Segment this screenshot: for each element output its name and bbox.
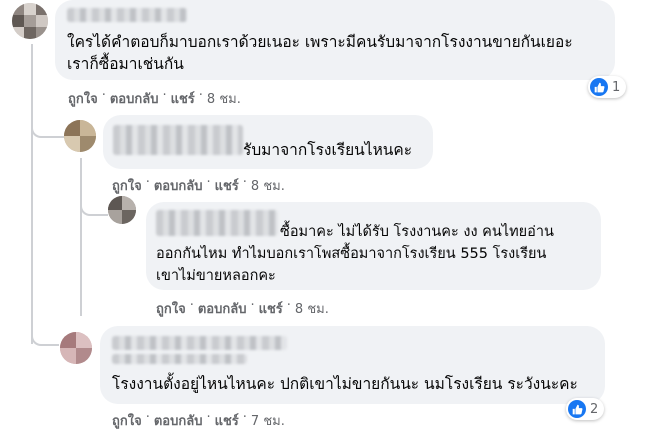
separator-dot: · xyxy=(145,175,150,190)
timestamp[interactable]: 8 ชม. xyxy=(207,88,241,109)
avatar[interactable] xyxy=(60,332,92,364)
author-name-redacted[interactable] xyxy=(156,210,278,236)
avatar-pixel xyxy=(108,210,122,224)
reply-button[interactable]: ตอบกลับ xyxy=(154,175,203,196)
avatar-pixel xyxy=(80,136,96,152)
avatar-pixel xyxy=(12,15,24,27)
separator-dot: · xyxy=(198,88,203,103)
like-button[interactable]: ถูกใจ xyxy=(156,298,186,319)
author-name-redacted[interactable] xyxy=(67,8,187,22)
comment-bubble: รับมาจากโรงเรียนไหนคะ xyxy=(103,115,433,169)
thread-connector xyxy=(80,190,108,216)
avatar-pixel xyxy=(122,210,136,224)
avatar-pixel xyxy=(24,3,36,15)
avatar-pixel xyxy=(76,332,92,348)
avatar[interactable] xyxy=(108,196,136,224)
comment-text-line: เราก็ซื้อมาเช่นกัน xyxy=(67,55,184,73)
like-icon xyxy=(590,78,608,96)
reaction-badge[interactable]: 1 xyxy=(588,76,627,98)
share-button[interactable]: แชร์ xyxy=(215,410,239,431)
like-icon xyxy=(568,400,586,418)
separator-dot: · xyxy=(101,88,106,103)
like-button[interactable]: ถูกใจ xyxy=(68,88,98,109)
avatar[interactable] xyxy=(64,120,96,152)
separator-dot: · xyxy=(242,410,247,425)
comment-text-line: โรงงานตั้งอยู่ไหนไหนคะ ปกติเขาไม่ขายกันน… xyxy=(112,375,578,393)
avatar-pixel xyxy=(36,27,48,39)
author-name-redacted xyxy=(112,354,247,364)
separator-dot: · xyxy=(206,175,211,190)
reply-button[interactable]: ตอบกลับ xyxy=(154,410,203,431)
separator-dot: · xyxy=(145,410,150,425)
avatar-pixel xyxy=(64,136,80,152)
avatar-pixel xyxy=(76,348,92,364)
like-button[interactable]: ถูกใจ xyxy=(112,175,142,196)
thread-connector xyxy=(31,100,65,138)
comment-text-line: เขาไม่ขายหลอกคะ xyxy=(156,268,276,284)
separator-dot: · xyxy=(250,298,255,313)
reaction-count: 1 xyxy=(612,79,621,95)
comment-actions: ถูกใจ · ตอบกลับ · แชร์ · 8 ชม. xyxy=(68,88,241,109)
avatar-pixel xyxy=(60,348,76,364)
reaction-count: 2 xyxy=(590,401,599,417)
comment-bubble: โรงงานตั้งอยู่ไหนไหนคะ ปกติเขาไม่ขายกันน… xyxy=(100,326,605,404)
avatar[interactable] xyxy=(12,3,48,39)
avatar-pixel xyxy=(64,120,80,136)
like-button[interactable]: ถูกใจ xyxy=(112,410,142,431)
timestamp[interactable]: 8 ชม. xyxy=(295,298,329,319)
reply-button[interactable]: ตอบกลับ xyxy=(110,88,159,109)
share-button[interactable]: แชร์ xyxy=(259,298,283,319)
separator-dot: · xyxy=(162,88,167,103)
separator-dot: · xyxy=(286,298,291,313)
share-button[interactable]: แชร์ xyxy=(215,175,239,196)
author-name-redacted[interactable] xyxy=(113,125,243,155)
reaction-badge[interactable]: 2 xyxy=(566,398,605,420)
avatar-pixel xyxy=(36,3,48,15)
avatar-pixel xyxy=(24,15,36,27)
comment-actions: ถูกใจ · ตอบกลับ · แชร์ · 8 ชม. xyxy=(112,175,285,196)
share-button[interactable]: แชร์ xyxy=(171,88,195,109)
separator-dot: · xyxy=(206,410,211,425)
comment-text-line: ออกกันไหม ทำไมบอกเราโพสซื้อมาจากโรงเรียน… xyxy=(156,246,547,262)
avatar-pixel xyxy=(108,196,122,210)
reply-button[interactable]: ตอบกลับ xyxy=(198,298,247,319)
avatar-pixel xyxy=(12,3,24,15)
comment-actions: ถูกใจ · ตอบกลับ · แชร์ · 7 ชม. xyxy=(112,410,285,431)
comment-text-line: ใครได้คำตอบก็มาบอกเราด้วยเนอะ เพราะมีคนร… xyxy=(67,33,573,51)
thread-line-nested xyxy=(80,158,82,316)
comment-text-line: ซื้อมาคะ ไม่ได้รับ โรงงานคะ งง คนไทยอ่าน xyxy=(280,224,554,240)
comment-bubble: ใครได้คำตอบก็มาบอกเราด้วยเนอะ เพราะมีคนร… xyxy=(55,0,615,80)
timestamp[interactable]: 7 ชม. xyxy=(251,410,285,431)
comment-bubble: ซื้อมาคะ ไม่ได้รับ โรงงานคะ งง คนไทยอ่าน… xyxy=(146,202,601,290)
avatar-pixel xyxy=(80,120,96,136)
avatar-pixel xyxy=(36,15,48,27)
timestamp[interactable]: 8 ชม. xyxy=(251,175,285,196)
separator-dot: · xyxy=(189,298,194,313)
separator-dot: · xyxy=(242,175,247,190)
avatar-pixel xyxy=(60,332,76,348)
avatar-pixel xyxy=(122,196,136,210)
comment-text-line: รับมาจากโรงเรียนไหนคะ xyxy=(243,141,413,159)
avatar-pixel xyxy=(12,27,24,39)
thread-line-main xyxy=(31,44,33,344)
comment-actions: ถูกใจ · ตอบกลับ · แชร์ · 8 ชม. xyxy=(156,298,329,319)
avatar-pixel xyxy=(24,27,36,39)
author-name-redacted[interactable] xyxy=(112,336,287,350)
thread-connector xyxy=(31,318,59,346)
